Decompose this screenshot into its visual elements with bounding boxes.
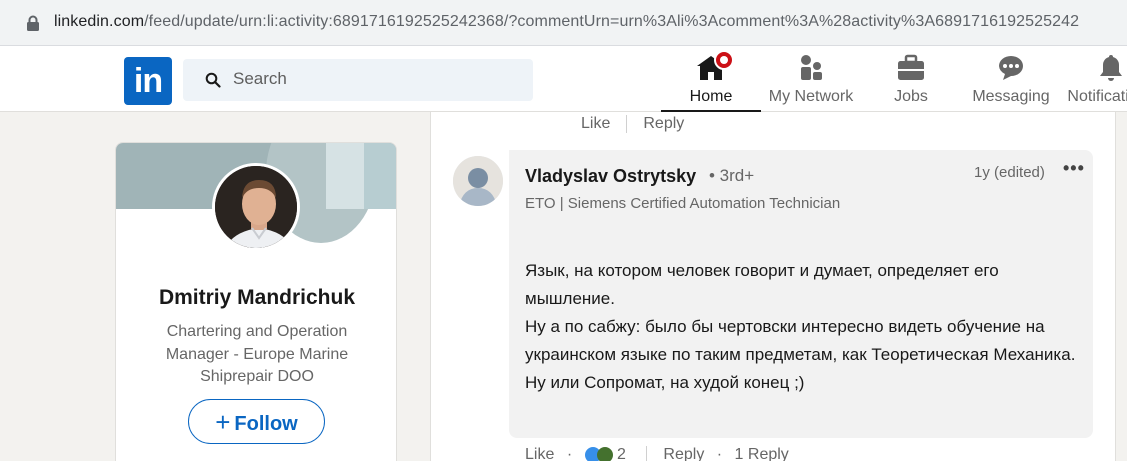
separator-dot: · xyxy=(566,446,573,461)
nav-home-label: Home xyxy=(689,88,733,105)
parent-like-button[interactable]: Like xyxy=(581,115,610,133)
profile-headline: Chartering and Operation Manager - Europ… xyxy=(165,323,349,385)
search-input[interactable] xyxy=(233,69,513,89)
url-host: linkedin.com xyxy=(54,13,145,30)
lock-icon xyxy=(27,15,39,31)
profile-name[interactable]: Dmitriy Mandrichuk xyxy=(116,286,396,310)
reaction-count[interactable]: 2 xyxy=(617,446,626,461)
profile-avatar[interactable] xyxy=(212,163,300,251)
browser-address-bar: linkedin.com/feed/update/urn:li:activity… xyxy=(0,0,1127,46)
network-icon xyxy=(801,55,822,80)
parent-comment-actions: Like Reply xyxy=(581,115,684,133)
plus-icon: + xyxy=(215,407,231,437)
nav-messaging-label: Messaging xyxy=(972,88,1050,105)
connection-degree: • 3rd+ xyxy=(709,166,755,185)
comment-reply-button[interactable]: Reply xyxy=(663,446,704,461)
profile-card: Dmitriy Mandrichuk Chartering and Operat… xyxy=(115,142,397,461)
parent-reply-button[interactable]: Reply xyxy=(643,115,684,133)
briefcase-icon xyxy=(898,54,924,80)
profile-photo xyxy=(215,166,297,248)
linkedin-header: in Home My Network Jobs xyxy=(0,46,1127,112)
comment-author-headline: ETO | Siemens Certified Automation Techn… xyxy=(525,195,841,212)
celebrate-reaction-icon xyxy=(596,447,613,461)
divider xyxy=(646,446,648,461)
nav-notifications[interactable]: Notifications xyxy=(1061,46,1127,112)
follow-label: Follow xyxy=(234,413,298,435)
comment-timestamp: 1y (edited) xyxy=(974,164,1045,181)
separator-dot: · xyxy=(716,446,723,461)
comment-actions: Like · 2 Reply · 1 Reply xyxy=(525,446,789,461)
search-icon xyxy=(205,72,221,88)
commenter-avatar[interactable] xyxy=(453,156,503,206)
url-text: linkedin.com/feed/update/urn:li:activity… xyxy=(54,13,1079,31)
more-options-icon[interactable]: ••• xyxy=(1063,158,1085,179)
comment-like-button[interactable]: Like xyxy=(525,446,554,461)
cover-stripe xyxy=(364,143,396,209)
cover-stripe xyxy=(326,143,366,209)
nav-jobs-label: Jobs xyxy=(894,88,928,105)
notification-badge xyxy=(714,50,734,70)
nav-jobs[interactable]: Jobs xyxy=(861,46,961,112)
url-field[interactable]: linkedin.com/feed/update/urn:li:activity… xyxy=(6,3,1127,41)
nav-home[interactable]: Home xyxy=(661,46,761,112)
nav-my-network[interactable]: My Network xyxy=(761,46,861,112)
linkedin-logo[interactable]: in xyxy=(124,57,172,105)
replies-count[interactable]: 1 Reply xyxy=(735,446,789,461)
comment-bubble: Vladyslav Ostrytsky • 3rd+ ETO | Siemens… xyxy=(509,150,1093,438)
nav-notifications-label: Notifications xyxy=(1067,88,1127,105)
divider xyxy=(626,115,628,133)
comment-paragraph: Ну а по сабжу: было бы чертовски интерес… xyxy=(525,317,1076,392)
comment-author[interactable]: Vladyslav Ostrytsky xyxy=(525,166,696,187)
search-box[interactable] xyxy=(183,59,533,101)
nav-my-network-label: My Network xyxy=(768,88,854,105)
comment-text: Язык, на котором человек говорит и думае… xyxy=(525,257,1081,397)
bell-icon xyxy=(1100,55,1122,81)
url-path: /feed/update/urn:li:activity:68917161925… xyxy=(144,13,1080,30)
nav-messaging[interactable]: Messaging xyxy=(961,46,1061,112)
comment-paragraph: Язык, на котором человек говорит и думае… xyxy=(525,261,999,308)
follow-button[interactable]: + Follow xyxy=(188,399,325,444)
default-avatar-icon xyxy=(453,156,503,206)
comment-thread: Like Reply Vladyslav Ostrytsky • 3rd+ ETO… xyxy=(430,112,1116,461)
messaging-icon xyxy=(999,56,1023,80)
